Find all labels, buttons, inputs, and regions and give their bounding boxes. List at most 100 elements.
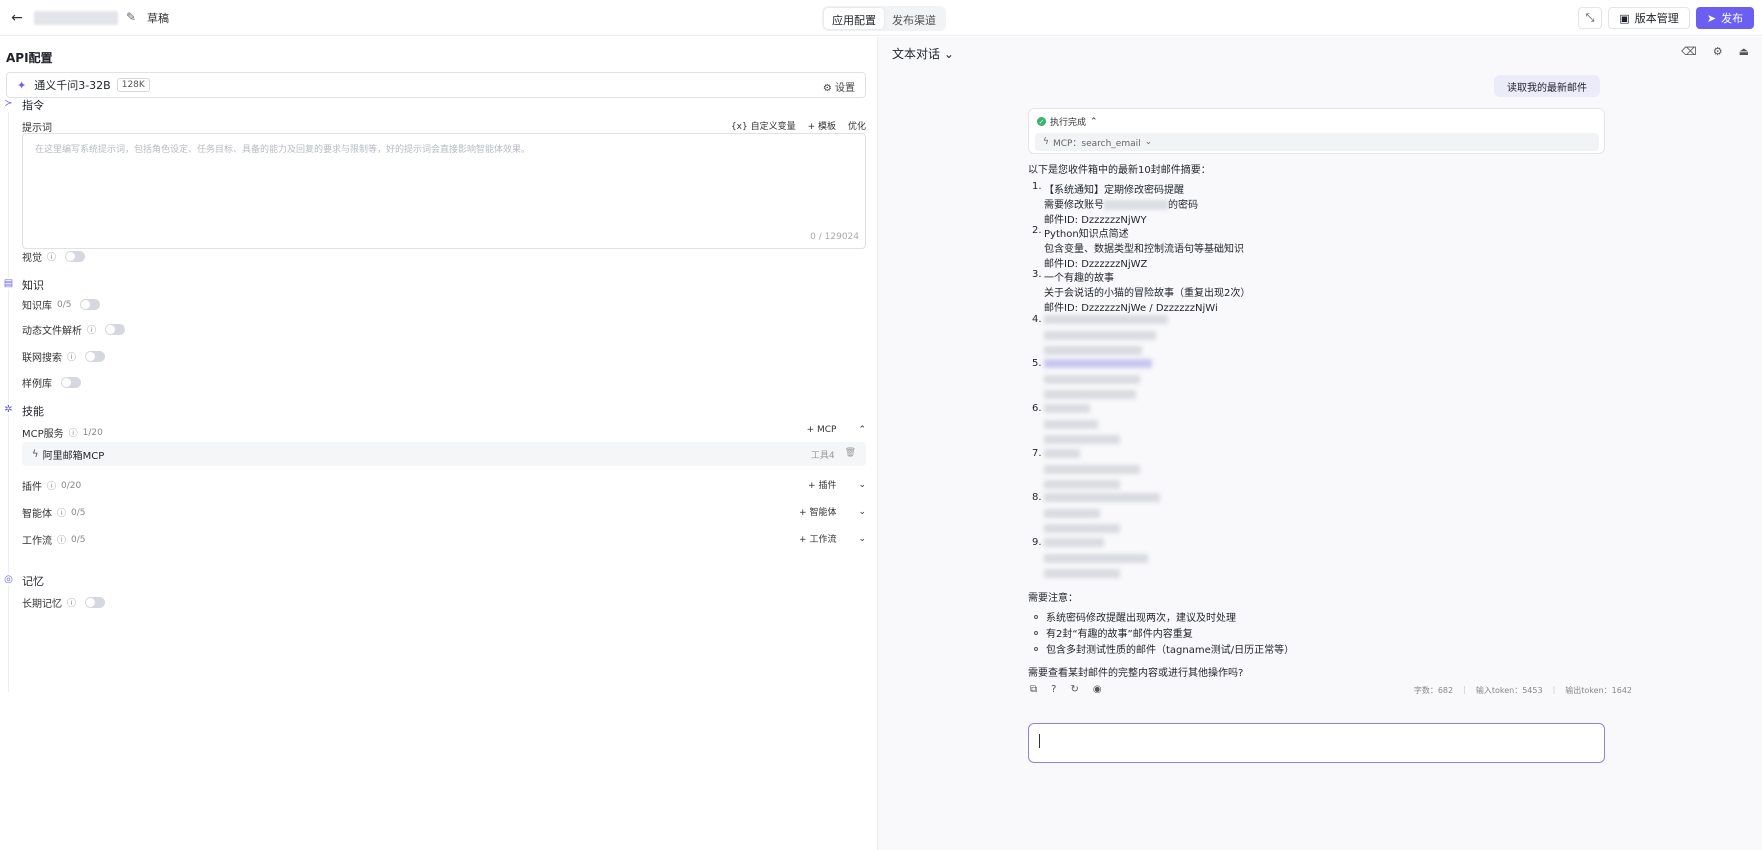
top-tabs: 应用配置 发布渠道 bbox=[822, 6, 946, 31]
copy-icon[interactable]: ⧉ bbox=[1030, 684, 1037, 695]
add-plugin-button[interactable]: + 插件 bbox=[808, 478, 836, 491]
book-icon: ▤ bbox=[3, 278, 14, 289]
custom-variable-button[interactable]: {x} 自定义变量 bbox=[731, 119, 796, 132]
redacted-line bbox=[1044, 493, 1160, 502]
example-lib-toggle[interactable] bbox=[61, 377, 81, 388]
chevron-down-icon[interactable]: ⌄ bbox=[858, 534, 866, 544]
chat-header: 文本对话 ⌄ ⌫ ⚙ ⏏ bbox=[878, 37, 1762, 67]
web-search-toggle[interactable] bbox=[85, 351, 106, 362]
workflows-actions: + 工作流 ⌄ bbox=[799, 532, 866, 546]
mcp-item-name: 阿里邮箱MCP bbox=[42, 450, 105, 462]
edit-icon[interactable]: ✎ bbox=[126, 10, 136, 24]
prompt-textarea[interactable]: 在这里编写系统提示词，包括角色设定、任务目标、具备的能力及回复的要求与限制等，好… bbox=[22, 133, 866, 249]
redacted-line bbox=[1044, 569, 1120, 578]
message-actions: ⧉ ? ↻ ◉ bbox=[1030, 684, 1102, 695]
mcp-actions: + MCP ⌃ bbox=[807, 425, 866, 435]
terminal-icon: ≻ bbox=[3, 98, 14, 109]
model-settings-button[interactable]: ⚙ 设置 bbox=[823, 79, 855, 94]
skills-title: 技能 bbox=[22, 405, 44, 418]
share-icon[interactable]: ⏏ bbox=[1739, 45, 1749, 58]
email-num: 2. bbox=[1032, 225, 1042, 236]
exec-status[interactable]: ✓ 执行完成 ⌃ bbox=[1037, 115, 1098, 128]
version-icon: ▣ bbox=[1619, 11, 1630, 25]
web-search-row: 联网搜索 ⓘ bbox=[22, 349, 106, 364]
email-id: 邮件ID: DzzzzzzNjWZ bbox=[1044, 259, 1148, 270]
tab-publish-channels[interactable]: 发布渠道 bbox=[884, 8, 944, 29]
email-num: 5. bbox=[1032, 358, 1042, 369]
info-icon[interactable]: ⓘ bbox=[87, 323, 96, 336]
prompt-counter: 0 / 129024 bbox=[810, 232, 859, 242]
list-item: 有2封“有趣的故事”邮件内容重复 bbox=[1034, 625, 1193, 640]
bullet-icon bbox=[1034, 630, 1038, 635]
list-item: 系统密码修改提醒出现两次，建议及时处理 bbox=[1034, 609, 1236, 624]
long-term-memory-row: 长期记忆 ⓘ bbox=[22, 595, 106, 610]
view-icon[interactable]: ◉ bbox=[1093, 684, 1102, 695]
arrow-left-icon[interactable]: ← bbox=[8, 9, 26, 27]
email-num: 1. bbox=[1032, 181, 1042, 192]
chat-input[interactable] bbox=[1028, 723, 1605, 763]
clear-icon[interactable]: ⌫ bbox=[1681, 45, 1697, 58]
add-plugin-label: 插件 bbox=[818, 481, 837, 491]
draft-badge: 草稿 bbox=[147, 12, 169, 25]
settings-icon[interactable]: ⚙ bbox=[1713, 45, 1723, 58]
add-agent-label: 智能体 bbox=[809, 508, 837, 518]
version-management-button[interactable]: ▣ 版本管理 bbox=[1608, 7, 1690, 29]
vision-toggle[interactable] bbox=[65, 251, 86, 262]
mcp-label: MCP服务 bbox=[22, 429, 64, 440]
memory-title: 记忆 bbox=[22, 575, 44, 588]
model-logo-icon: ✦ bbox=[17, 78, 27, 92]
dynamic-file-toggle[interactable] bbox=[105, 324, 126, 335]
email-desc-prefix: 需要修改账号 bbox=[1044, 200, 1104, 211]
workflows-label: 工作流 bbox=[22, 536, 52, 547]
tab-app-config[interactable]: 应用配置 bbox=[824, 8, 884, 29]
info-icon[interactable]: ⓘ bbox=[47, 250, 56, 263]
collapse-icon[interactable]: ⤡ bbox=[1578, 7, 1602, 29]
info-icon[interactable]: ⓘ bbox=[57, 506, 66, 519]
email-id: 邮件ID: DzzzzzzNjWY bbox=[1044, 215, 1147, 226]
notes-title: 需要注意： bbox=[1028, 593, 1078, 604]
add-workflow-button[interactable]: + 工作流 bbox=[799, 532, 836, 545]
add-mcp-button[interactable]: + MCP bbox=[807, 425, 837, 435]
info-icon[interactable]: ⓘ bbox=[67, 350, 76, 363]
redacted-line bbox=[1044, 346, 1142, 355]
redacted-line bbox=[1044, 331, 1156, 340]
info-icon[interactable]: ⓘ bbox=[67, 596, 76, 609]
memory-icon: ◎ bbox=[3, 574, 14, 585]
output-token-count: 输出token：1642 bbox=[1565, 686, 1632, 695]
knowledge-base-label: 知识库 bbox=[22, 301, 52, 312]
chevron-down-icon: ⌄ bbox=[1144, 137, 1153, 147]
publish-button[interactable]: ➤ 发布 bbox=[1696, 7, 1754, 29]
info-icon[interactable]: ⓘ bbox=[57, 533, 66, 546]
model-settings-label: 设置 bbox=[835, 83, 855, 94]
model-selector[interactable]: ✦ 通义千问3-32B 128K ⚙ 设置 bbox=[6, 72, 866, 98]
add-agent-button[interactable]: + 智能体 bbox=[799, 505, 836, 518]
chevron-down-icon: ⌄ bbox=[943, 47, 954, 61]
exec-tool[interactable]: ϟ MCP：search_email ⌄ bbox=[1035, 133, 1599, 151]
skills-icon: ✲ bbox=[3, 404, 14, 415]
chat-header-icons: ⌫ ⚙ ⏏ bbox=[1681, 45, 1749, 58]
long-term-memory-toggle[interactable] bbox=[85, 597, 106, 608]
knowledge-base-toggle[interactable] bbox=[80, 299, 101, 310]
help-icon[interactable]: ? bbox=[1051, 684, 1056, 695]
chat-mode-dropdown[interactable]: 文本对话 ⌄ bbox=[892, 45, 954, 62]
template-button[interactable]: + 模板 bbox=[808, 119, 836, 132]
email-title: 【系统通知】定期修改密码提醒 bbox=[1044, 185, 1184, 196]
optimize-button[interactable]: 优化 bbox=[848, 119, 866, 132]
instructions-title: 指令 bbox=[22, 99, 44, 112]
chevron-up-icon[interactable]: ⌃ bbox=[858, 425, 866, 435]
redacted-line bbox=[1044, 390, 1136, 399]
chevron-down-icon[interactable]: ⌄ bbox=[858, 480, 866, 490]
chat-panel: 文本对话 ⌄ ⌫ ⚙ ⏏ 读取我的最新邮件 ✓ 执行完成 ⌃ ϟ MCP：sea… bbox=[877, 37, 1762, 850]
info-icon[interactable]: ⓘ bbox=[47, 479, 56, 492]
refresh-icon[interactable]: ↻ bbox=[1070, 684, 1078, 695]
agents-label: 智能体 bbox=[22, 509, 52, 520]
info-icon[interactable]: ⓘ bbox=[69, 426, 78, 439]
redacted-line bbox=[1044, 524, 1120, 533]
trash-icon[interactable]: 🗑 bbox=[845, 448, 856, 461]
mcp-item[interactable]: ϟ 阿里邮箱MCP 工具4 🗑 bbox=[22, 442, 866, 466]
bullet-icon bbox=[1034, 646, 1038, 651]
agents-row: 智能体 ⓘ 0/5 bbox=[22, 505, 86, 521]
chevron-down-icon[interactable]: ⌄ bbox=[858, 507, 866, 517]
token-info: 字数：682 | 输入token：5453 | 输出token：1642 bbox=[1414, 685, 1632, 696]
add-mcp-label: MCP bbox=[816, 425, 837, 435]
